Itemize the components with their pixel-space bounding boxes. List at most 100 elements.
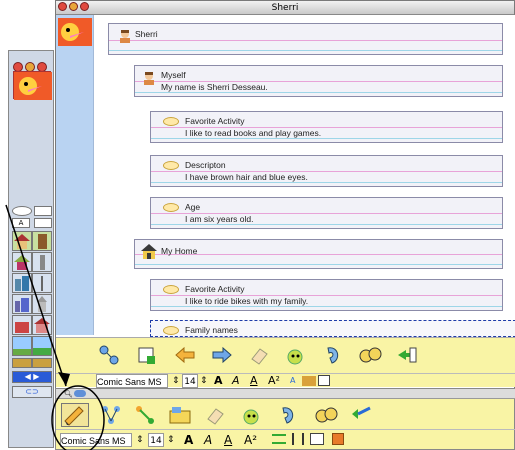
oval-icon [163, 203, 179, 212]
outline-canvas: Sherri Myself My name is Sherri Desseau.… [94, 15, 515, 337]
export-icon[interactable] [396, 344, 418, 366]
columns-icon[interactable] [292, 433, 304, 445]
node-title: Sherri [135, 29, 158, 39]
size-stepper-icon[interactable]: ⇕ [172, 374, 180, 388]
font-select[interactable]: Comic Sans MS [60, 433, 132, 447]
toggle-icon[interactable] [74, 390, 86, 397]
node-title: Favorite Activity [185, 284, 245, 294]
park-icon[interactable] [12, 336, 32, 356]
ear-icon[interactable] [276, 404, 298, 426]
underline-button[interactable]: A [224, 433, 232, 447]
diagram-icon[interactable] [100, 404, 122, 426]
underline-button[interactable]: A [250, 374, 258, 388]
eraser-icon[interactable] [204, 404, 226, 426]
church-icon[interactable] [32, 294, 52, 314]
oval-shape-icon[interactable] [12, 206, 32, 216]
faces-icon[interactable] [358, 344, 382, 366]
monument-icon[interactable] [32, 273, 52, 293]
house-icon [141, 243, 157, 259]
shop-icon[interactable] [12, 315, 32, 335]
table-icon[interactable] [318, 375, 330, 386]
main-toolbar [56, 337, 515, 373]
pencil-tool-button[interactable] [61, 403, 89, 427]
size-stepper-icon[interactable]: ⇕ [167, 433, 175, 447]
side-strip [56, 15, 94, 335]
node-title: Age [185, 202, 201, 212]
node-title: Descripton [185, 160, 226, 170]
outline-node[interactable]: My Home [134, 239, 503, 269]
text-color-button[interactable]: A [290, 374, 295, 388]
size-field[interactable]: 14 [148, 433, 164, 447]
outline-node[interactable]: Age I am six years old. [150, 197, 503, 229]
italic-button[interactable]: A [232, 374, 240, 388]
ear-icon[interactable] [321, 344, 343, 366]
oval-icon [163, 117, 179, 126]
folder-icon[interactable] [168, 404, 191, 426]
mascot-icon [58, 18, 92, 46]
node-title: Favorite Activity [185, 116, 245, 126]
outline-node[interactable]: Favorite Activity I like to read books a… [150, 111, 503, 143]
bold-button[interactable]: A [214, 374, 223, 388]
outline-node[interactable]: Descripton I have brown hair and blue ey… [150, 155, 503, 187]
girl-icon [118, 28, 132, 43]
wand-icon[interactable] [350, 404, 372, 426]
superscript-button[interactable]: A² [268, 374, 280, 388]
format-bar: Comic Sans MS ⇕ 14 ⇕ A A A A² A [56, 373, 515, 388]
link-icon[interactable] [134, 404, 156, 426]
bug-icon[interactable] [284, 344, 306, 366]
node-title: Myself [161, 70, 186, 80]
box-tool-icon[interactable] [34, 218, 52, 228]
tower-icon[interactable] [32, 252, 52, 272]
bug-icon[interactable] [240, 404, 262, 426]
eraser-icon[interactable] [248, 344, 270, 366]
size-field[interactable]: 14 [182, 374, 198, 388]
superscript-button[interactable]: A² [244, 433, 257, 447]
bold-button[interactable]: A [184, 433, 193, 447]
node-title: My Home [161, 246, 198, 256]
node-text: I like to ride bikes with my family. [185, 296, 309, 306]
faces-icon[interactable] [314, 404, 338, 426]
house-icon[interactable] [12, 231, 32, 251]
city-icon[interactable] [12, 294, 32, 314]
node-text: I like to read books and play games. [185, 128, 322, 138]
outline-node[interactable]: Favorite Activity I like to ride bikes w… [150, 279, 503, 311]
window-controls[interactable] [58, 2, 91, 16]
town-icon[interactable] [32, 336, 52, 356]
oval-icon [163, 285, 179, 294]
size-stepper-icon[interactable]: ⇕ [200, 374, 208, 388]
palette-window: A ◀ ▶ ⊂⊃ [8, 50, 54, 448]
italic-button[interactable]: A [204, 433, 212, 447]
barn-icon[interactable] [32, 315, 52, 335]
right-arrow-icon[interactable] [211, 344, 233, 366]
map-icon[interactable] [98, 344, 120, 366]
nav-arrows-icon[interactable]: ◀ ▶ [12, 371, 52, 383]
font-select[interactable]: Comic Sans MS [96, 374, 168, 388]
align-icon[interactable] [272, 434, 286, 444]
node-text: My name is Sherri Desseau. [161, 82, 268, 92]
title-bar[interactable]: Sherri [56, 1, 514, 15]
text-tool-icon[interactable]: A [12, 218, 30, 228]
outline-node[interactable]: Myself My name is Sherri Desseau. [134, 65, 503, 97]
skyscraper-icon[interactable] [12, 273, 32, 293]
add-topic-icon[interactable] [136, 344, 158, 366]
node-text: I am six years old. [185, 214, 254, 224]
house2-icon[interactable] [12, 252, 32, 272]
outline-node-root[interactable]: Sherri [108, 23, 503, 55]
color-swatch[interactable] [302, 376, 316, 386]
size-stepper-icon[interactable]: ⇕ [136, 433, 144, 447]
main-window: Sherri Sherri Myself My name is Sherri D… [55, 0, 515, 395]
table-icon[interactable] [310, 433, 324, 445]
color-swatch[interactable] [332, 433, 344, 445]
oval-icon [163, 326, 179, 335]
symbol-palette: A ◀ ▶ ⊂⊃ [12, 206, 52, 406]
brown-bar-icon[interactable] [12, 358, 32, 368]
brown-bar2-icon[interactable] [32, 358, 52, 368]
node-title: Family names [185, 325, 238, 335]
outline-node-selected[interactable]: Family names [150, 320, 515, 337]
left-arrow-icon[interactable] [174, 344, 196, 366]
building-icon[interactable] [32, 231, 52, 251]
rect-shape-icon[interactable] [34, 206, 52, 216]
mascot-icon [13, 71, 52, 100]
scroll-icon[interactable]: ⊂⊃ [12, 386, 52, 398]
zoom-icon[interactable]: 🔍︎ [64, 390, 73, 398]
